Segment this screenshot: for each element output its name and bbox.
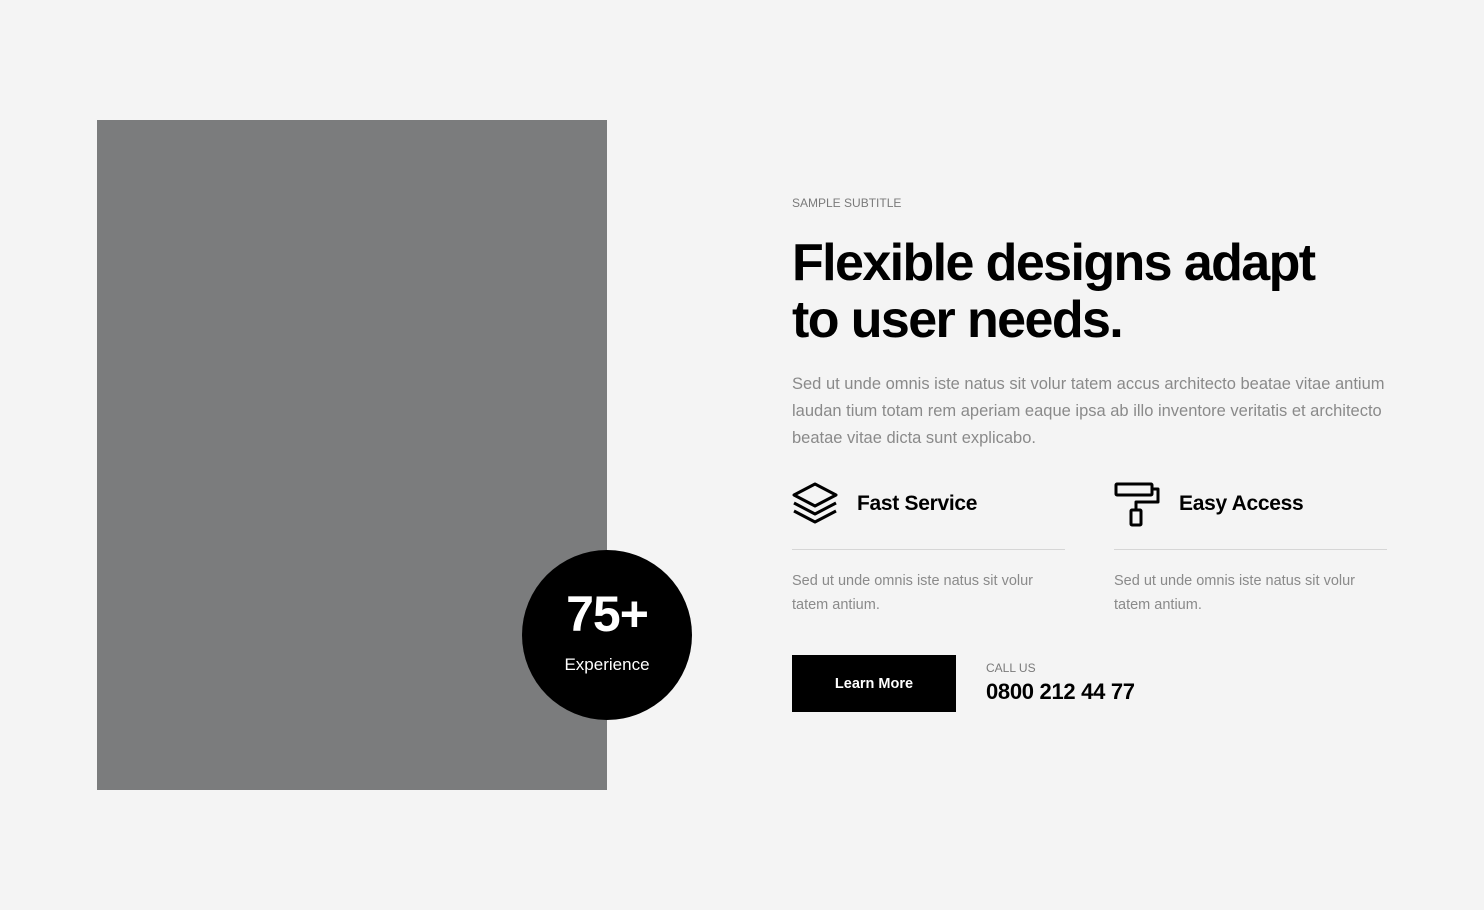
experience-count: 75+: [566, 586, 649, 642]
feature-description: Sed ut unde omnis iste natus sit volur t…: [1114, 573, 1355, 613]
experience-label: Experience: [564, 655, 650, 674]
features-list: Fast Service Sed ut unde omnis iste natu…: [792, 480, 1387, 617]
feature-header: Fast Service: [792, 480, 1065, 528]
phone-number[interactable]: 0800 212 44 77: [986, 679, 1135, 705]
cta-row: Learn More CALL US 0800 212 44 77: [792, 655, 1135, 712]
feature-divider: [792, 549, 1065, 550]
section-headline: Flexible designs adapt to user needs.: [792, 234, 1316, 349]
feature-title: Fast Service: [857, 492, 978, 515]
paint-roller-icon: [1114, 481, 1160, 527]
layers-icon: [792, 481, 838, 527]
feature-fast-service: Fast Service Sed ut unde omnis iste natu…: [792, 480, 1065, 617]
call-us-label: CALL US: [986, 661, 1036, 675]
hero-content: SAMPLE SUBTITLE Flexible designs adapt t…: [792, 195, 1392, 452]
hero-image: [97, 120, 607, 790]
experience-badge: 75+ Experience: [522, 550, 692, 720]
section-subtitle: SAMPLE SUBTITLE: [792, 196, 902, 210]
feature-easy-access: Easy Access Sed ut unde omnis iste natus…: [1114, 480, 1387, 617]
section-description: Sed ut unde omnis iste natus sit volur t…: [792, 375, 1385, 447]
feature-header: Easy Access: [1114, 480, 1387, 528]
call-us-block: CALL US 0800 212 44 77: [986, 661, 1135, 705]
feature-title: Easy Access: [1179, 492, 1304, 515]
about-section: 75+ Experience SAMPLE SUBTITLE Flexible …: [0, 0, 1484, 910]
learn-more-button[interactable]: Learn More: [792, 655, 956, 712]
feature-description: Sed ut unde omnis iste natus sit volur t…: [792, 573, 1033, 613]
feature-divider: [1114, 549, 1387, 550]
